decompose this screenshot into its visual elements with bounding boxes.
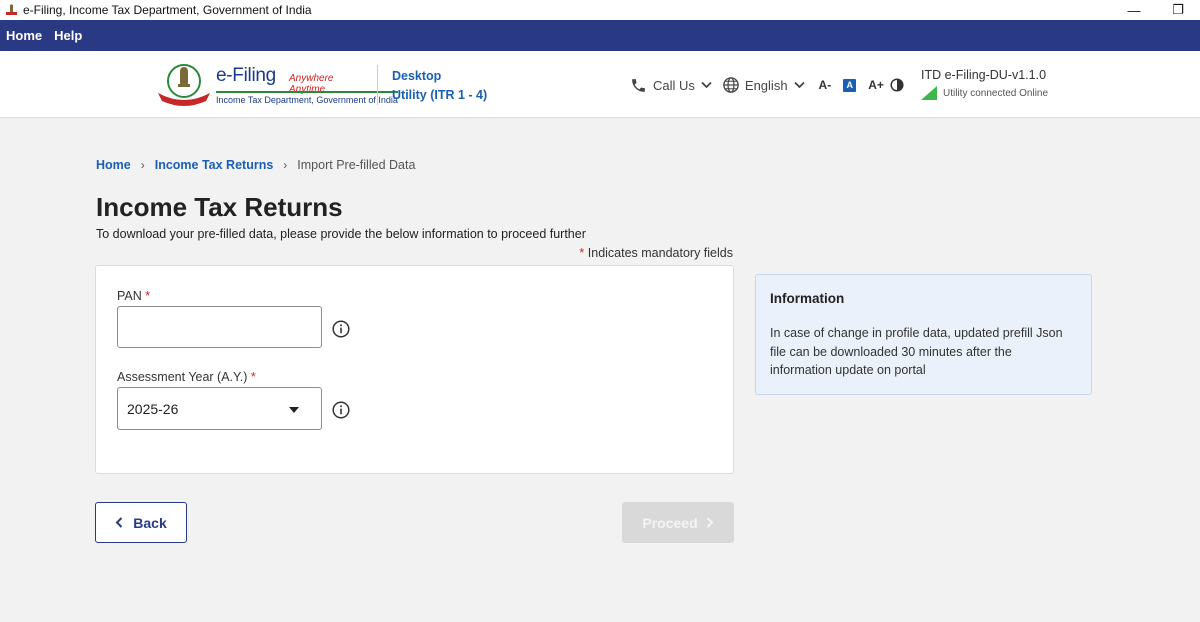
language-label: English xyxy=(744,77,788,93)
product-line-1: Desktop xyxy=(392,69,442,83)
app-emblem-icon xyxy=(4,3,18,17)
connection-status: Utility connected Online xyxy=(921,86,1048,100)
breadcrumb-home[interactable]: Home xyxy=(96,158,131,172)
chevron-right-icon xyxy=(706,517,714,528)
version-info: ITD e-Filing-DU-v1.1.0 Utility connected… xyxy=(921,68,1048,100)
efiling-logo[interactable]: e-Filing Anywhere Anytime Income Tax Dep… xyxy=(154,63,398,107)
proceed-label: Proceed xyxy=(642,514,698,531)
window-controls: — ❐ xyxy=(1112,0,1200,20)
contrast-icon[interactable] xyxy=(890,78,904,92)
assessment-year-label-text: Assessment Year (A.Y.) xyxy=(117,370,248,384)
pan-input[interactable] xyxy=(117,306,322,348)
form-card: PAN * Assessment Year (A.Y.) * 2025-26 xyxy=(95,265,734,474)
chevron-left-icon xyxy=(115,517,123,528)
phone-icon xyxy=(632,78,645,92)
font-normal-button[interactable]: A xyxy=(843,78,857,92)
window-title: e-Filing, Income Tax Department, Governm… xyxy=(23,3,312,17)
menu-item-home[interactable]: Home xyxy=(6,28,42,43)
page-subtitle: To download your pre-filled data, please… xyxy=(96,227,586,241)
breadcrumb-current: Import Pre-filled Data xyxy=(297,158,416,172)
language-dropdown[interactable]: English xyxy=(722,76,805,94)
breadcrumb-separator: › xyxy=(283,158,288,172)
header-divider xyxy=(377,65,378,105)
menu-item-help[interactable]: Help xyxy=(54,28,82,43)
chevron-down-icon xyxy=(701,81,712,89)
header-tools: Call Us English A- A A+ xyxy=(630,75,904,95)
pan-label: PAN * xyxy=(117,289,150,303)
restore-button[interactable]: ❐ xyxy=(1156,0,1200,20)
breadcrumb-separator: › xyxy=(140,158,145,172)
online-signal-icon xyxy=(921,86,937,100)
menu-bar: Home Help xyxy=(0,20,1200,51)
connection-status-text: Utility connected Online xyxy=(943,87,1049,99)
information-title: Information xyxy=(770,291,845,306)
emblem-icon xyxy=(158,64,210,106)
breadcrumb: Home › Income Tax Returns › Import Pre-f… xyxy=(96,158,415,172)
call-us-dropdown[interactable]: Call Us xyxy=(630,77,712,94)
pan-label-text: PAN xyxy=(117,289,142,303)
window-titlebar: e-Filing, Income Tax Department, Governm… xyxy=(0,0,1200,20)
globe-icon xyxy=(723,77,739,93)
app-header: e-Filing Anywhere Anytime Income Tax Dep… xyxy=(0,51,1200,118)
assessment-year-info-icon[interactable] xyxy=(332,401,350,419)
department-name: Income Tax Department, Government of Ind… xyxy=(216,91,398,105)
font-decrease-button[interactable]: A- xyxy=(819,78,832,92)
back-button[interactable]: Back xyxy=(95,502,187,543)
font-increase-button[interactable]: A+ xyxy=(868,78,884,92)
mandatory-text: Indicates mandatory fields xyxy=(584,246,733,260)
minimize-button[interactable]: — xyxy=(1112,0,1156,20)
pan-info-icon[interactable] xyxy=(332,320,350,338)
product-line-2: Utility (ITR 1 - 4) xyxy=(392,88,488,102)
required-star: * xyxy=(247,370,256,384)
assessment-year-value: 2025-26 xyxy=(127,400,179,417)
page-title: Income Tax Returns xyxy=(96,192,343,222)
version-name: ITD e-Filing-DU-v1.1.0 xyxy=(921,68,1047,82)
required-star: * xyxy=(141,289,151,303)
information-panel: Information In case of change in profile… xyxy=(755,274,1092,395)
assessment-year-label: Assessment Year (A.Y.) * xyxy=(117,370,256,384)
chevron-down-icon xyxy=(793,81,805,89)
breadcrumb-income-tax-returns[interactable]: Income Tax Returns xyxy=(155,158,274,172)
assessment-year-select[interactable]: 2025-26 xyxy=(117,387,322,430)
brand-name: e-Filing xyxy=(216,65,276,86)
proceed-button[interactable]: Proceed xyxy=(622,502,734,543)
mandatory-note: * Indicates mandatory fields xyxy=(579,246,733,260)
caret-down-icon xyxy=(289,407,299,413)
back-label: Back xyxy=(133,514,167,531)
product-name: Desktop Utility (ITR 1 - 4) xyxy=(392,67,487,105)
call-us-label: Call Us xyxy=(653,77,695,93)
information-text: In case of change in profile data, updat… xyxy=(770,326,1063,377)
